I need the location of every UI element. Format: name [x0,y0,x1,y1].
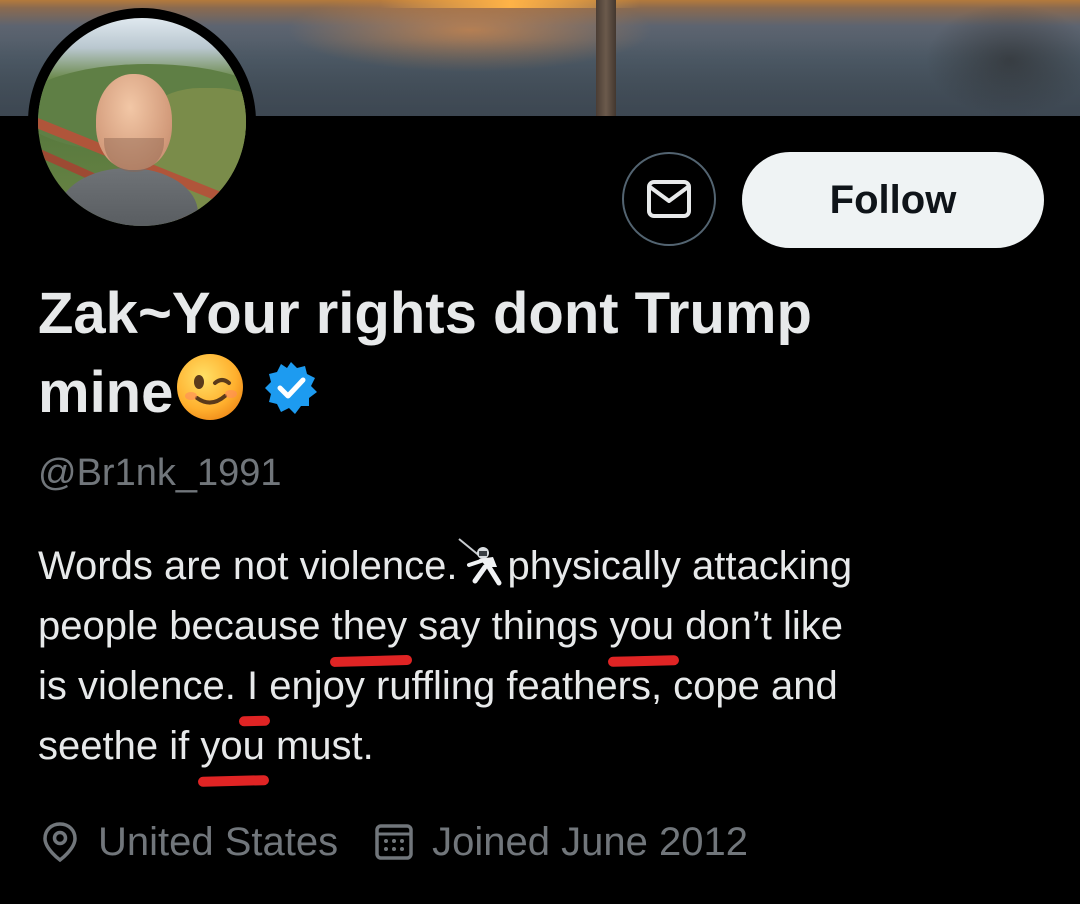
joined-item: Joined June 2012 [372,820,748,865]
bio-text: is violence. [38,664,247,708]
verified-badge-icon [265,362,318,414]
calendar-icon [375,824,413,860]
bio-text: enjoy ruffling feathers, cope and [258,664,838,708]
fencer-emoji-icon [458,538,502,586]
display-name-line2: mine [38,360,174,425]
bio-text: physically attacking [507,544,853,588]
envelope-icon [647,180,691,218]
bio-text: don’t like [674,604,843,648]
bio-text: seethe if [38,724,201,768]
follow-button[interactable]: Follow [742,152,1044,248]
location-pin-icon [43,822,77,863]
bio-underlined-word: they [332,596,408,656]
banner-pole [596,0,616,116]
location-item: United States [38,820,338,865]
bio-text: Words are not violence. [38,544,458,588]
bio-underlined-word: you [610,596,675,656]
profile-handle: @Br1nk_1991 [38,452,282,494]
bio-underlined-word: you [200,716,265,776]
avatar[interactable] [38,18,246,226]
winking-face-emoji-icon [177,354,244,420]
profile-meta: United States Joined June 2012 [38,812,782,872]
joined-date-text: Joined June 2012 [432,819,748,864]
message-button[interactable] [622,152,716,246]
profile-bio: Words are not violence. physically attac… [38,536,1038,776]
bio-text: people because [38,604,332,648]
banner-tree [860,0,1080,116]
bio-text: must. [264,724,374,768]
display-name: Zak~Your rights dont Trump mine [38,276,1038,431]
bio-text: say things [407,604,610,648]
bio-underlined-word: I [247,656,258,716]
location-text: United States [98,819,339,864]
display-name-line1: Zak~Your rights dont Trump [38,281,812,346]
